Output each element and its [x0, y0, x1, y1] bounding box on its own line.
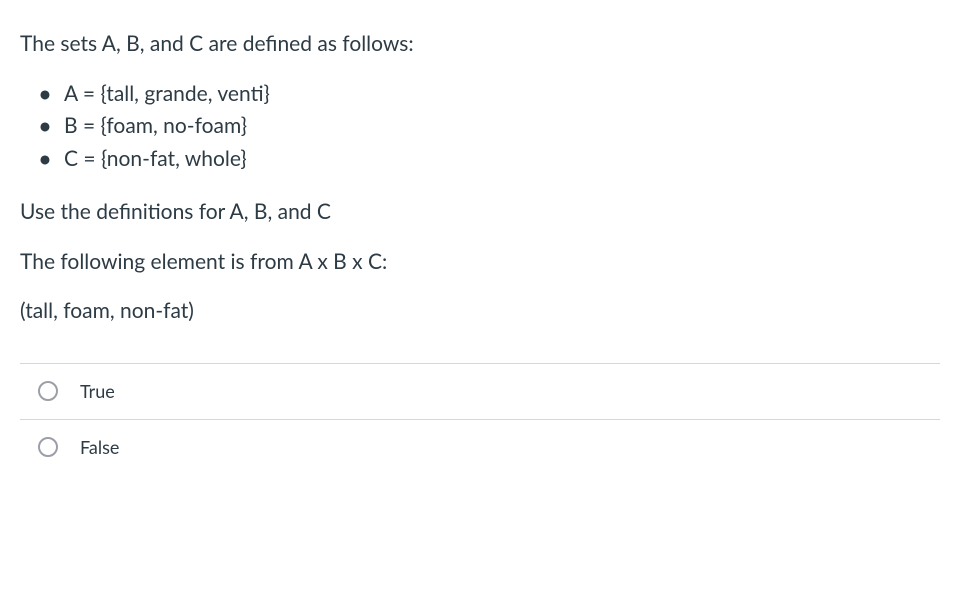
set-definition-b: B = {foam, no-foam}	[38, 110, 940, 142]
answer-label-false: False	[80, 434, 119, 461]
answer-options: True False	[20, 363, 940, 475]
answer-option-true[interactable]: True	[20, 363, 940, 419]
question-instruction: Use the definitions for A, B, and C	[20, 196, 940, 228]
answer-label-true: True	[80, 378, 115, 405]
question-prompt: The following element is from A x B x C:	[20, 246, 940, 278]
radio-icon[interactable]	[38, 437, 58, 457]
set-definition-c: C = {non-fat, whole}	[38, 143, 940, 175]
set-definitions-list: A = {tall, grande, venti} B = {foam, no-…	[20, 78, 940, 175]
question-stem: The sets A, B, and C are defined as foll…	[20, 28, 940, 327]
question-intro: The sets A, B, and C are defined as foll…	[20, 28, 940, 60]
question-element: (tall, foam, non-fat)	[20, 295, 940, 327]
answer-option-false[interactable]: False	[20, 419, 940, 475]
set-definition-a: A = {tall, grande, venti}	[38, 78, 940, 110]
radio-icon[interactable]	[38, 381, 58, 401]
